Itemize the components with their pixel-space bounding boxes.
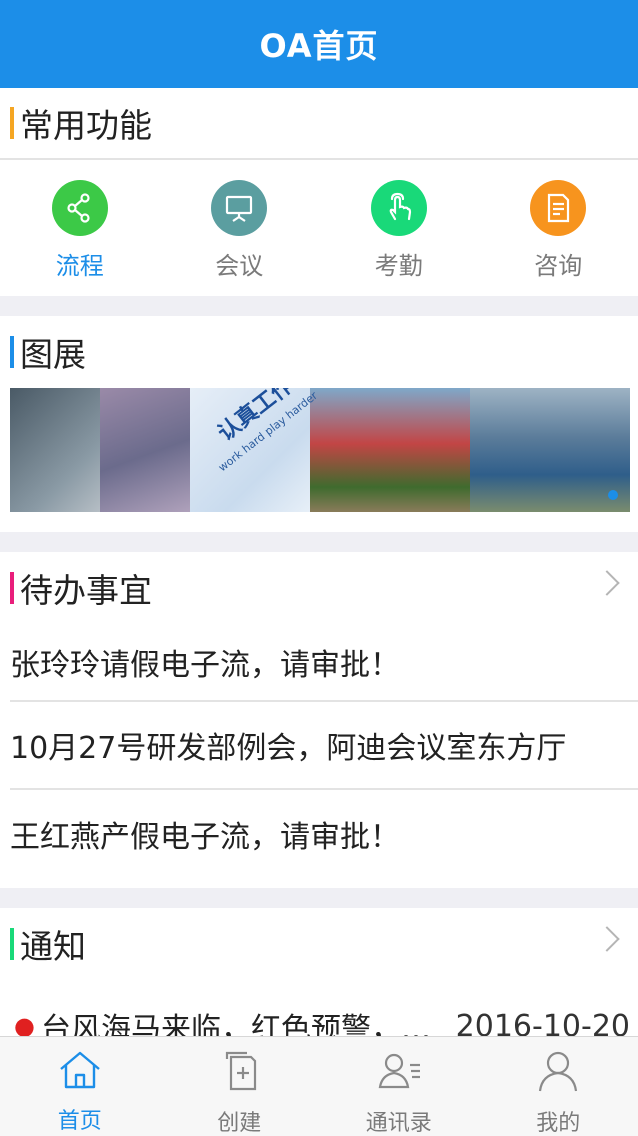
chevron-right-icon[interactable] [594,570,620,596]
section-title: 图展 [20,335,86,374]
contacts-icon [376,1049,422,1097]
tab-label: 通讯录 [365,1111,432,1136]
function-label: 流程 [55,252,104,280]
tab-contacts[interactable]: 通讯录 [319,1037,479,1136]
section-header[interactable]: 通知 [0,908,638,980]
section-accent-bar [10,336,14,368]
todo-section: 待办事宜 张玲玲请假电子流，请审批！ 10月27号研发部例会，阿迪会议室东方厅 … [0,552,638,888]
function-meeting[interactable]: 会议 [160,160,320,296]
tab-mine[interactable]: 我的 [479,1037,638,1136]
section-title: 常用功能 [20,106,152,145]
todo-item[interactable]: 张玲玲请假电子流，请审批！ [10,624,638,702]
tab-home[interactable]: 首页 [0,1037,160,1136]
gallery-section: 图展 认真工作 更要认真玩 work hard play harder [0,316,638,532]
chevron-right-icon[interactable] [594,926,620,952]
function-attendance[interactable]: 考勤 [319,160,479,296]
function-label: 考勤 [374,252,423,280]
section-header: 图展 [0,316,638,388]
create-document-icon [217,1049,261,1097]
share-nodes-icon [51,180,108,236]
section-accent-bar [10,107,14,139]
todo-item[interactable]: 王红燕产假电子流，请审批！ [10,790,638,878]
tab-label: 首页 [57,1109,102,1134]
document-icon [530,180,587,236]
presentation-board-icon [211,180,268,236]
function-grid: 流程 会议 考勤 咨询 [0,160,638,296]
section-title: 通知 [20,927,86,966]
nav-bar: OA首页 [0,0,638,88]
section-accent-bar [10,928,14,960]
section-accent-bar [10,572,14,604]
function-workflow[interactable]: 流程 [0,160,160,296]
section-header[interactable]: 待办事宜 [0,552,638,624]
home-icon [58,1049,102,1095]
tab-label: 我的 [536,1111,581,1136]
function-label: 咨询 [534,252,583,280]
page-title: OA首页 [259,27,379,65]
tab-bar: 首页 创建 通讯录 我的 [0,1036,638,1136]
todo-item[interactable]: 10月27号研发部例会，阿迪会议室东方厅 [10,702,638,790]
common-functions-section: 常用功能 流程 会议 考勤 咨询 [0,88,638,296]
hand-tap-icon [370,180,427,236]
banner-photo [310,388,490,512]
tab-label: 创建 [217,1111,262,1136]
section-title: 待办事宜 [20,571,152,610]
banner-photo [470,388,630,512]
todo-list: 张玲玲请假电子流，请审批！ 10月27号研发部例会，阿迪会议室东方厅 王红燕产假… [0,624,638,878]
section-header: 常用功能 [0,88,638,160]
gallery-banner[interactable]: 认真工作 更要认真玩 work hard play harder [10,388,630,512]
tab-create[interactable]: 创建 [160,1037,320,1136]
user-icon [536,1049,580,1097]
function-label: 会议 [215,252,264,280]
pager-dot[interactable] [608,490,618,500]
function-consult[interactable]: 咨询 [479,160,638,296]
